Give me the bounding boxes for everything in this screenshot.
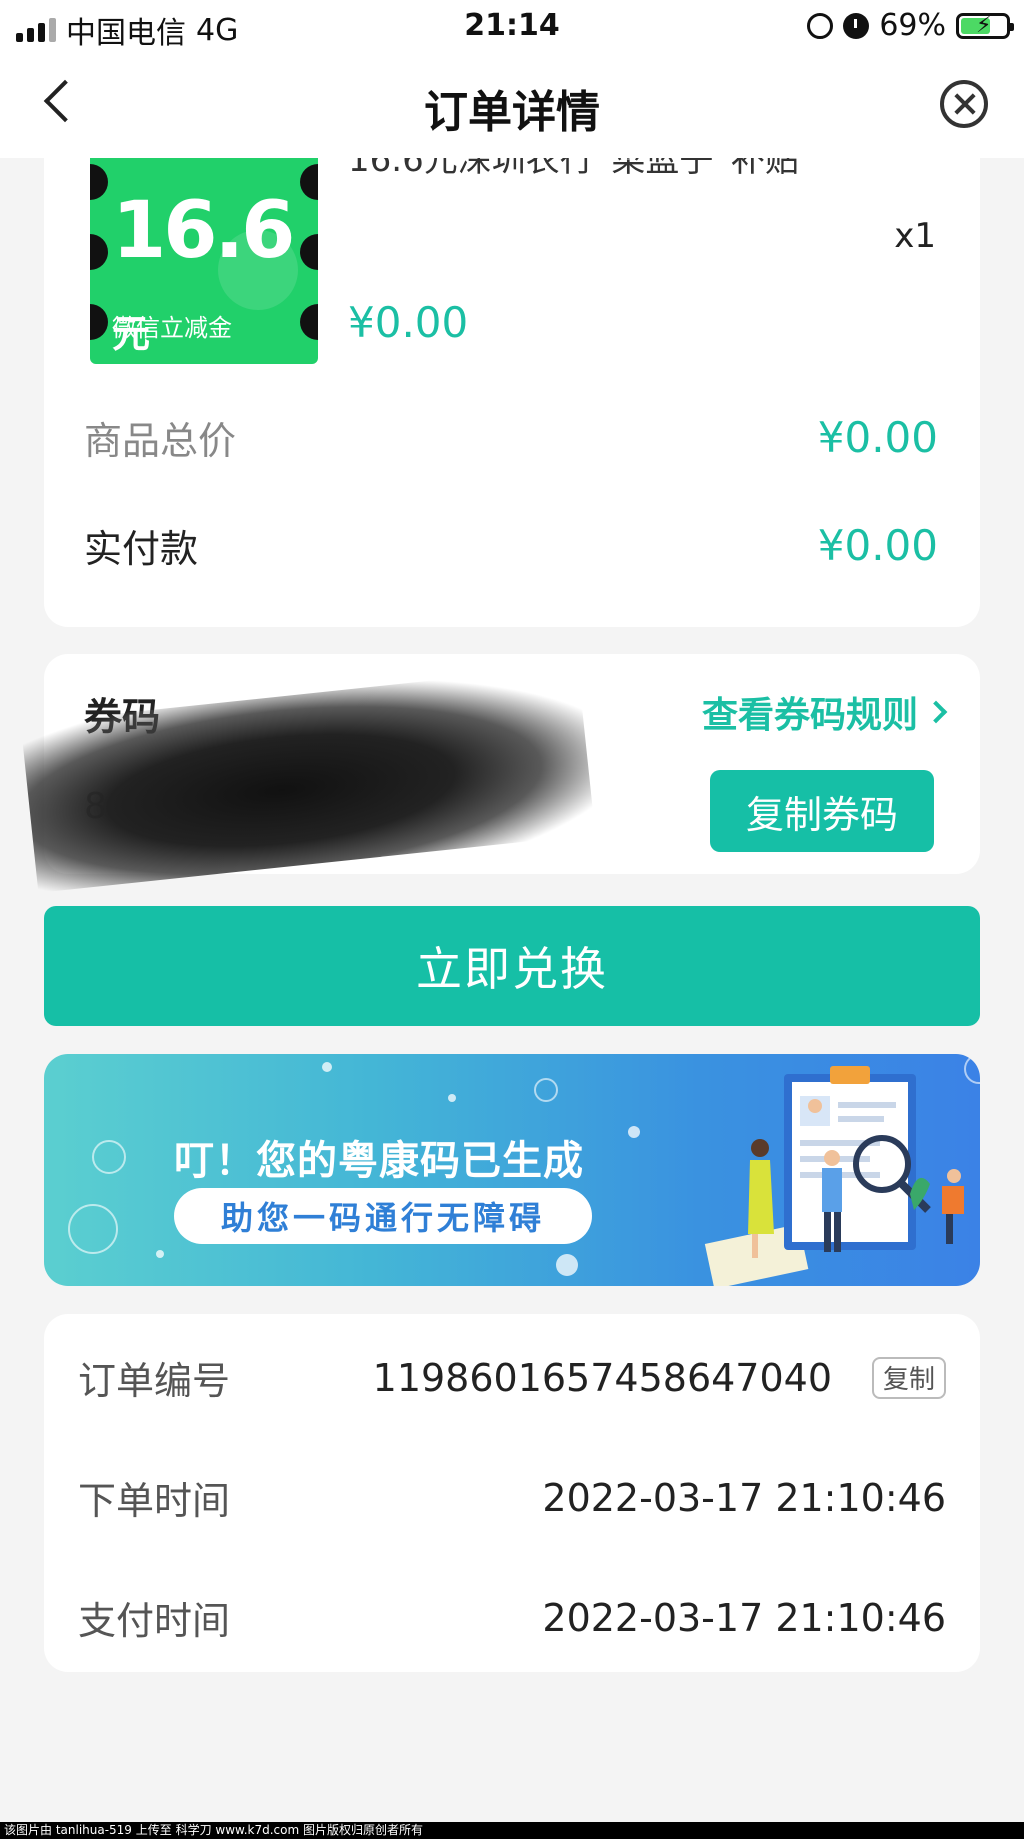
pay-time-label: 支付时间: [78, 1599, 231, 1643]
order-info-card: 订单编号 1198601657458647040 复制 下单时间 2022-03…: [44, 1314, 980, 1672]
banner-dot: [322, 1062, 332, 1072]
pay-time-row: 支付时间 2022-03-17 21:10:46: [78, 1590, 946, 1645]
banner-bubble: [534, 1078, 558, 1102]
status-right: 69% ⚡: [807, 8, 1014, 43]
battery-icon: ⚡: [956, 12, 1014, 39]
coupon-image: 16.6元 微信立减金: [90, 150, 318, 364]
chevron-right-icon: [924, 700, 948, 724]
total-price-label: 商品总价: [84, 419, 237, 463]
order-time-label: 下单时间: [78, 1479, 231, 1523]
order-number-row: 订单编号 1198601657458647040 复制: [78, 1350, 946, 1405]
voucher-card: 券码 查看券码规则 8147101782010 复制券码: [20, 654, 980, 893]
alarm-icon: [843, 12, 870, 39]
banner-bubble: [68, 1204, 118, 1254]
coupon-notch: [90, 234, 108, 270]
coupon-subtitle: 微信立减金: [112, 314, 232, 342]
footer-watermark: 该图片由 tanlihua-519 上传至 科学刀 www.k7d.com 图片…: [0, 1822, 1024, 1839]
order-time-value: 2022-03-17 21:10:46: [542, 1475, 946, 1520]
copy-order-number-button[interactable]: 复制: [872, 1356, 946, 1399]
paid-amount-value: ¥0.00: [817, 521, 938, 570]
banner-title: 叮！您的粤康码已生成: [174, 1138, 584, 1184]
banner-subtitle: 助您一码通行无障碍: [174, 1188, 592, 1244]
product-quantity: x1: [894, 216, 936, 256]
copy-code-button[interactable]: 复制券码: [710, 770, 934, 852]
close-circle-icon[interactable]: [940, 80, 988, 128]
page-title: 订单详情: [424, 87, 600, 138]
banner-dot: [156, 1250, 164, 1258]
order-time-row: 下单时间 2022-03-17 21:10:46: [78, 1470, 946, 1525]
banner-bubble: [92, 1140, 126, 1174]
nav-bar: 订单详情: [0, 52, 1024, 158]
document-illustration: [704, 1066, 964, 1286]
coupon-notch: [90, 164, 108, 200]
banner-dot: [556, 1254, 578, 1276]
pay-time-value: 2022-03-17 21:10:46: [542, 1595, 946, 1640]
product-price: ¥0.00: [348, 298, 469, 347]
banner-dot: [628, 1126, 640, 1138]
coupon-notch: [90, 304, 108, 340]
paid-amount-label: 实付款: [84, 527, 199, 571]
product-card: 16.6元 微信立减金 16.6元深圳农行“菜篮子”补贴 x1 ¥0.00 商品…: [44, 120, 980, 627]
promo-banner[interactable]: 叮！您的粤康码已生成 助您一码通行无障碍: [44, 1054, 980, 1286]
total-price-row: 商品总价 ¥0.00: [84, 410, 938, 465]
rotation-lock-icon: [807, 12, 834, 39]
status-bar: 中国电信 4G 21:14 69% ⚡: [0, 0, 1024, 52]
paid-amount-row: 实付款 ¥0.00: [84, 518, 938, 573]
total-price-value: ¥0.00: [817, 413, 938, 462]
order-number-label: 订单编号: [78, 1359, 231, 1403]
redeem-button[interactable]: 立即兑换: [44, 906, 980, 1026]
voucher-rules-label: 查看券码规则: [701, 695, 918, 736]
order-number-value: 1198601657458647040: [372, 1355, 832, 1400]
voucher-rules-link[interactable]: 查看券码规则: [701, 686, 948, 738]
battery-percent: 69%: [879, 8, 946, 43]
banner-dot: [448, 1094, 456, 1102]
